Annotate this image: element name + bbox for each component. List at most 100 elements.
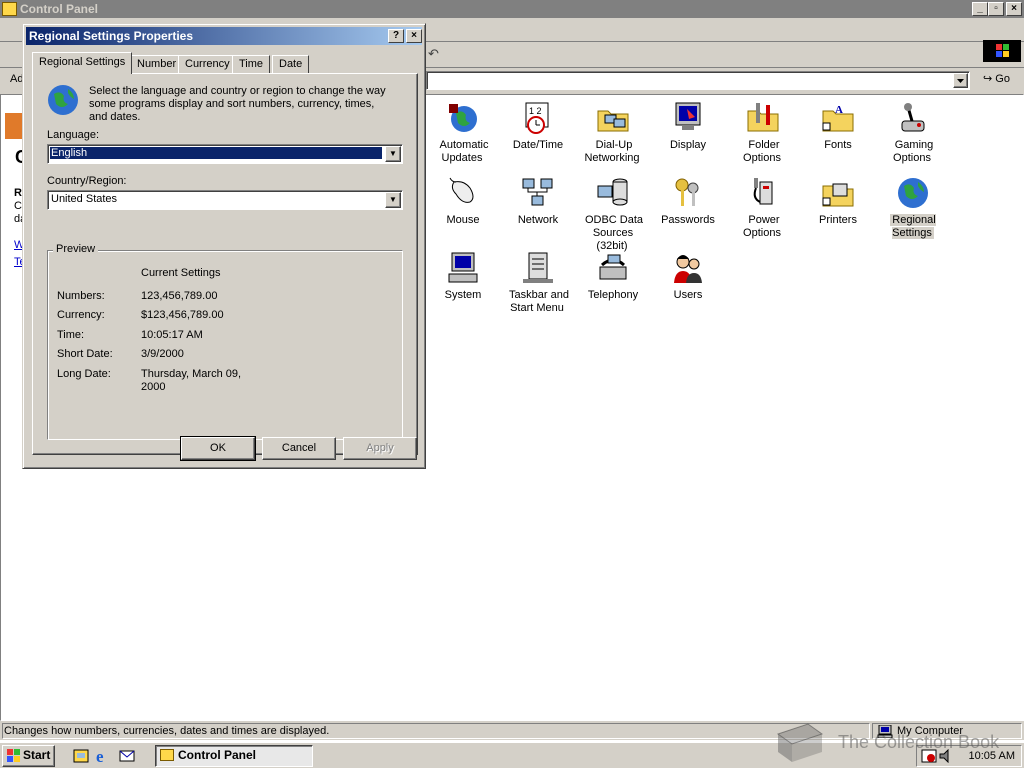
taskbar-control-panel[interactable]: Control Panel [155, 745, 313, 767]
icon-label: Users [673, 289, 703, 301]
cancel-button[interactable]: Cancel [262, 437, 336, 460]
main-window-title: Control Panel [20, 2, 99, 16]
icon-system[interactable]: System [426, 251, 500, 302]
globe-icon [898, 178, 928, 208]
icon-label: Power Options [743, 214, 781, 239]
chevron-down-icon [957, 79, 964, 83]
chevron-down-icon[interactable]: ▼ [385, 192, 401, 208]
icon-label: Folder Options [743, 139, 781, 164]
icon-label: Network [517, 214, 559, 226]
control-panel-icon [2, 2, 17, 16]
country-value: United States [51, 193, 118, 205]
tab-date[interactable]: Date [272, 55, 310, 74]
country-select[interactable]: United States ▼ [47, 190, 403, 210]
icon-label: Printers [819, 214, 857, 226]
users-icon [674, 255, 702, 283]
preview-label: Long Date: [57, 368, 111, 380]
icon-passwords[interactable]: Passwords [651, 176, 725, 227]
language-select[interactable]: English ▼ [47, 144, 403, 164]
preview-label: Numbers: [57, 290, 105, 302]
icon-label: Display [669, 139, 707, 151]
status-text: Changes how numbers, currencies, dates a… [2, 723, 870, 739]
icon-label: Date/Time [512, 139, 564, 151]
close-button[interactable]: × [1006, 2, 1022, 16]
icon-network[interactable]: Network [501, 176, 575, 227]
icon-label: Gaming Options [893, 139, 934, 164]
address-input[interactable] [426, 71, 970, 90]
outlook-express-icon[interactable] [118, 747, 136, 765]
icon-mouse[interactable]: Mouse [426, 176, 500, 227]
icon-regional-settings[interactable]: Regional Settings [876, 176, 950, 240]
telephone-icon [599, 254, 627, 280]
preview-value: 10:05:17 AM [141, 329, 203, 341]
icon-label: Passwords [661, 214, 715, 226]
preview-legend: Preview [53, 243, 99, 255]
maximize-button[interactable]: ▫ [988, 2, 1004, 16]
icon-dial-up-networking[interactable]: Dial-Up Networking [576, 101, 650, 165]
help-button[interactable]: ? [388, 29, 404, 43]
icon-telephony[interactable]: Telephony [576, 251, 650, 302]
undo-icon[interactable]: ↶ [428, 46, 439, 62]
icon-label: System [444, 289, 482, 301]
tab-time[interactable]: Time [232, 55, 271, 74]
globe-icon [48, 85, 78, 115]
windows-flag-icon [7, 749, 20, 762]
svg-text:A: A [835, 104, 843, 116]
icon-gaming-options[interactable]: Gaming Options [876, 101, 950, 165]
icon-display[interactable]: Display [651, 101, 725, 152]
minimize-button[interactable]: _ [972, 2, 988, 16]
tab-number[interactable]: Number [130, 55, 184, 74]
internet-explorer-icon[interactable]: e [95, 747, 113, 765]
taskbar-icon [523, 252, 553, 283]
apply-button[interactable]: Apply [343, 437, 417, 460]
icon-label: Mouse [446, 214, 480, 226]
database-icon [597, 178, 628, 206]
tab-currency[interactable]: Currency [178, 55, 237, 74]
calendar-clock-icon: 1 2 [525, 102, 549, 134]
power-plug-icon [753, 178, 773, 205]
keys-icon [675, 178, 699, 206]
icon-label: Telephony [587, 289, 639, 301]
printer-folder-icon [822, 183, 854, 207]
main-titlebar[interactable]: Control Panel _ ▫ × [0, 0, 1024, 18]
preview-label: Time: [57, 329, 85, 341]
icon-taskbar-start-menu[interactable]: Taskbar and Start Menu [501, 251, 575, 315]
preview-value: Thursday, March 09, 2000 [141, 368, 242, 393]
dial-up-folder-icon [597, 110, 629, 132]
fonts-folder-icon: A [822, 104, 854, 132]
preview-value: 3/9/2000 [141, 348, 184, 360]
icon-odbc[interactable]: ODBC Data Sources (32bit) [576, 176, 650, 253]
icon-label: Dial-Up Networking [584, 139, 640, 164]
windows-logo [983, 40, 1021, 62]
watermark-text: The Collection Book [838, 732, 1000, 752]
start-button[interactable]: Start [2, 745, 55, 767]
dialog-titlebar[interactable]: Regional Settings Properties ? × [26, 27, 422, 45]
icon-printers[interactable]: Printers [801, 176, 875, 227]
monitor-icon [675, 102, 701, 130]
dialog-close-button[interactable]: × [406, 29, 422, 43]
chevron-down-icon[interactable]: ▼ [385, 146, 401, 162]
tab-panel: Select the language and country or regio… [32, 73, 418, 455]
tab-regional-settings[interactable]: Regional Settings [32, 52, 133, 74]
show-desktop-icon[interactable] [72, 747, 90, 765]
dialog-title: Regional Settings Properties [29, 29, 194, 43]
icon-label: ODBC Data Sources (32bit) [584, 214, 644, 252]
icon-users[interactable]: Users [651, 251, 725, 302]
icon-label: Regional Settings [890, 214, 936, 239]
icon-automatic-updates[interactable]: Automatic Updates [426, 101, 500, 165]
go-button[interactable]: ↪ Go [979, 71, 1019, 90]
preview-groupbox [47, 250, 403, 440]
globe-update-icon [449, 104, 477, 132]
icon-fonts[interactable]: A Fonts [801, 101, 875, 152]
watermark: The Collection Book [772, 718, 1022, 766]
icon-date-time[interactable]: 1 2 Date/Time [501, 101, 575, 152]
folder-tools-icon [747, 103, 779, 132]
ok-button[interactable]: OK [180, 436, 256, 461]
address-dropdown-button[interactable] [953, 73, 968, 88]
control-panel-icon [160, 749, 174, 761]
go-arrow-icon: ↪ [983, 73, 993, 85]
icon-folder-options[interactable]: Folder Options [726, 101, 800, 165]
icon-power-options[interactable]: Power Options [726, 176, 800, 240]
preview-value: $123,456,789.00 [141, 309, 224, 321]
svg-text:1 2: 1 2 [529, 106, 542, 116]
